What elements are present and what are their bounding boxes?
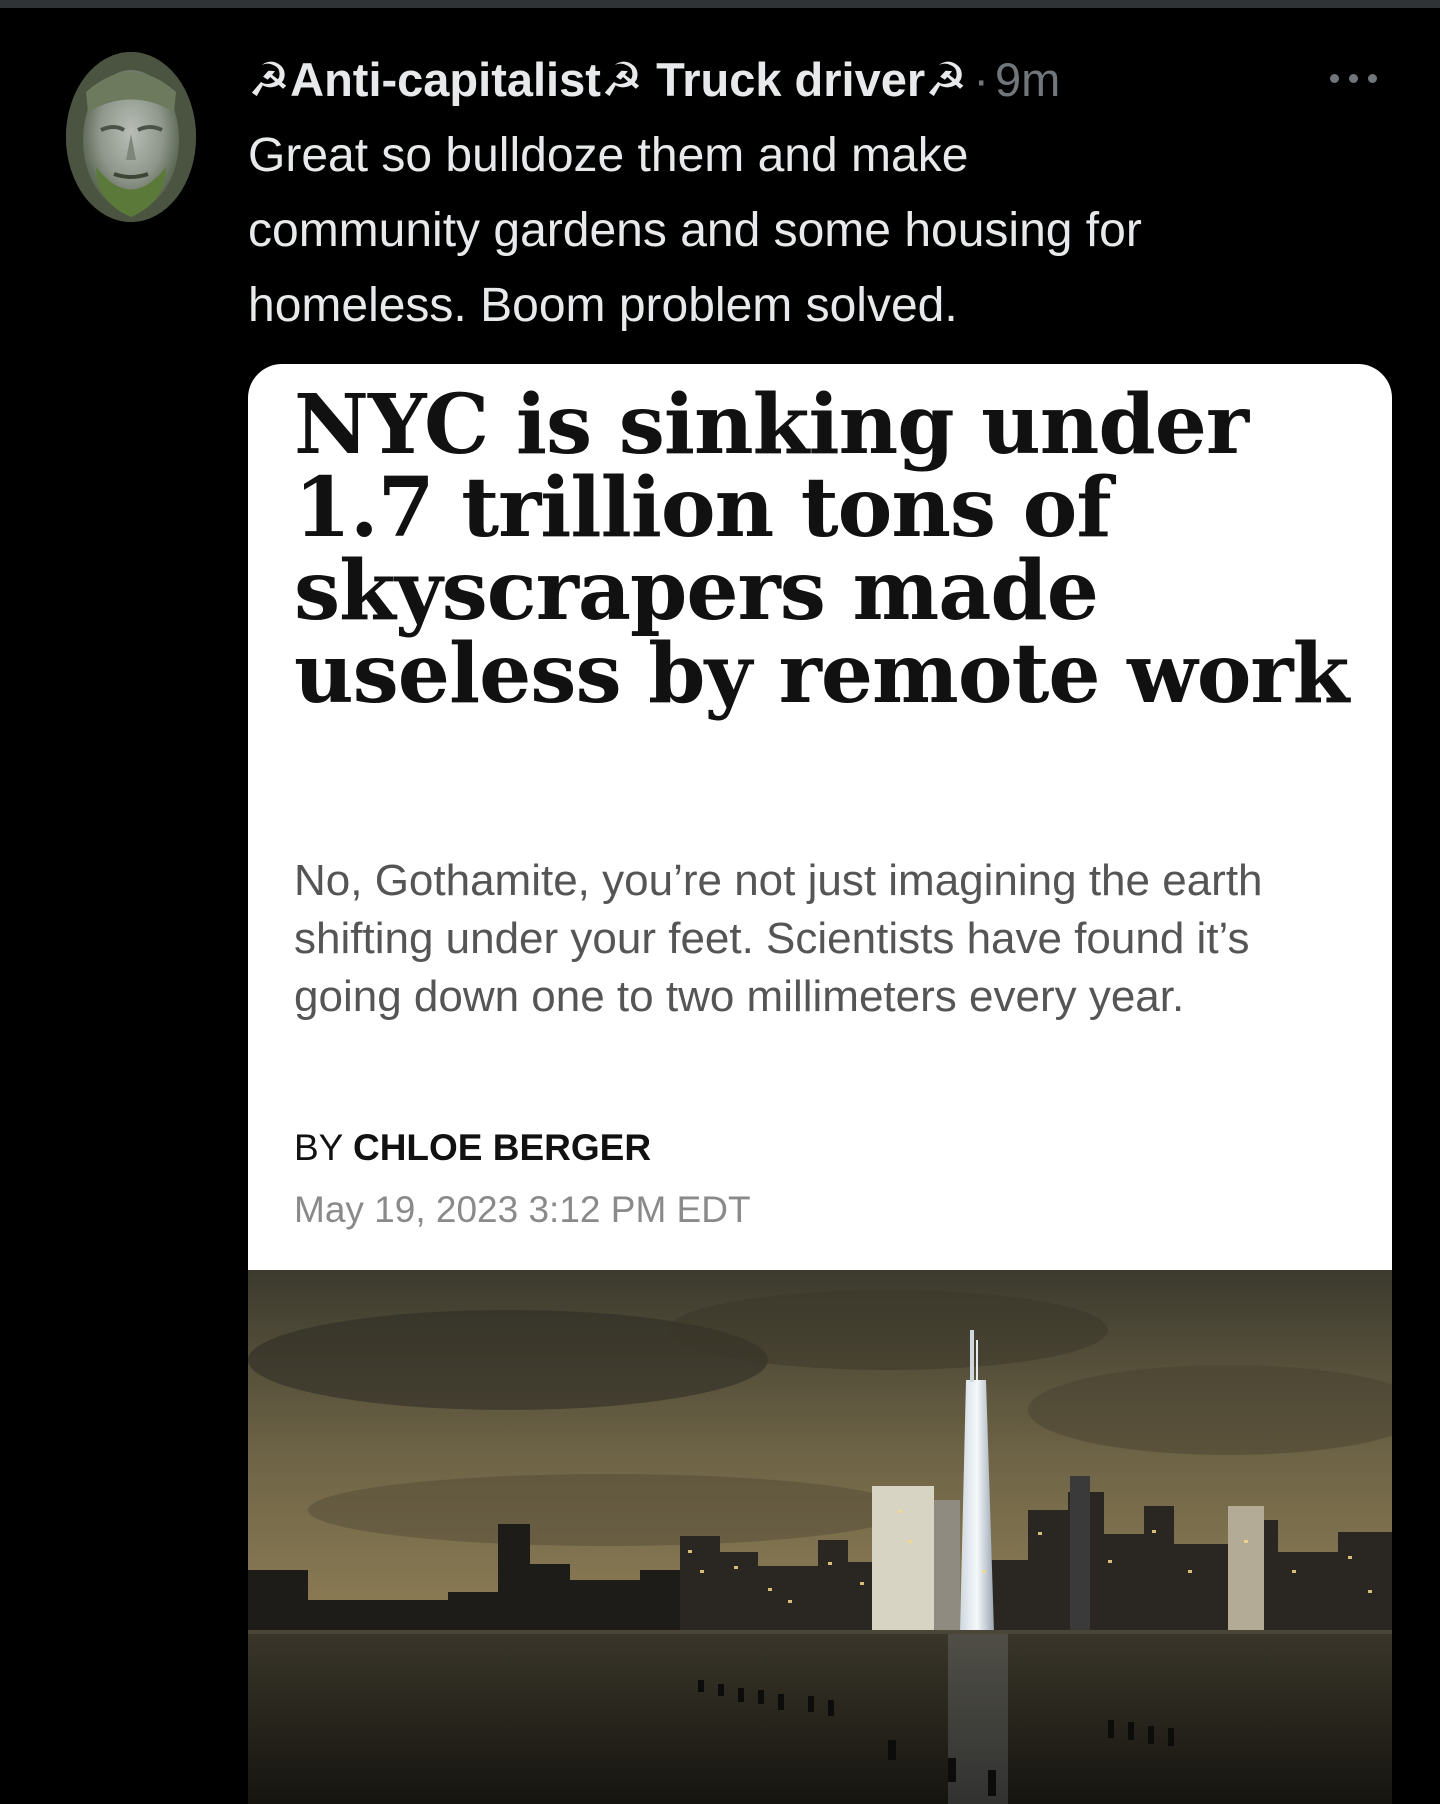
timestamp[interactable]: 9m bbox=[995, 50, 1060, 110]
top-divider bbox=[0, 0, 1440, 8]
display-name[interactable]: ☭Anti-capitalist☭ Truck driver☭ bbox=[248, 50, 967, 110]
skyline-photo bbox=[248, 1270, 1392, 1804]
byline: BY CHLOE BERGER bbox=[294, 1124, 651, 1172]
avatar-image bbox=[66, 52, 196, 222]
tweet-header: ☭Anti-capitalist☭ Truck driver☭ · 9m bbox=[248, 50, 1060, 110]
more-horizontal-icon bbox=[1330, 73, 1339, 83]
more-horizontal-icon bbox=[1349, 73, 1358, 83]
publish-date: May 19, 2023 3:12 PM EDT bbox=[294, 1189, 751, 1230]
header-separator: · bbox=[973, 53, 989, 106]
byline-prefix: BY bbox=[294, 1127, 343, 1168]
article-dek: No, Gothamite, you’re not just imagining… bbox=[294, 856, 1263, 1021]
more-options-button[interactable] bbox=[1330, 66, 1392, 90]
article-photo bbox=[248, 1270, 1392, 1804]
article-headline: NYC is sinking under 1.7 trillion tons o… bbox=[294, 377, 1349, 722]
more-horizontal-icon bbox=[1368, 73, 1377, 83]
article-card[interactable]: NYC is sinking under 1.7 trillion tons o… bbox=[248, 364, 1392, 1804]
avatar[interactable] bbox=[66, 52, 196, 222]
tweet-text: Great so bulldoze them and make communit… bbox=[248, 129, 1142, 332]
author-name: CHLOE BERGER bbox=[352, 1127, 652, 1168]
tweet[interactable]: ☭Anti-capitalist☭ Truck driver☭ · 9m Gre… bbox=[0, 8, 1440, 1804]
